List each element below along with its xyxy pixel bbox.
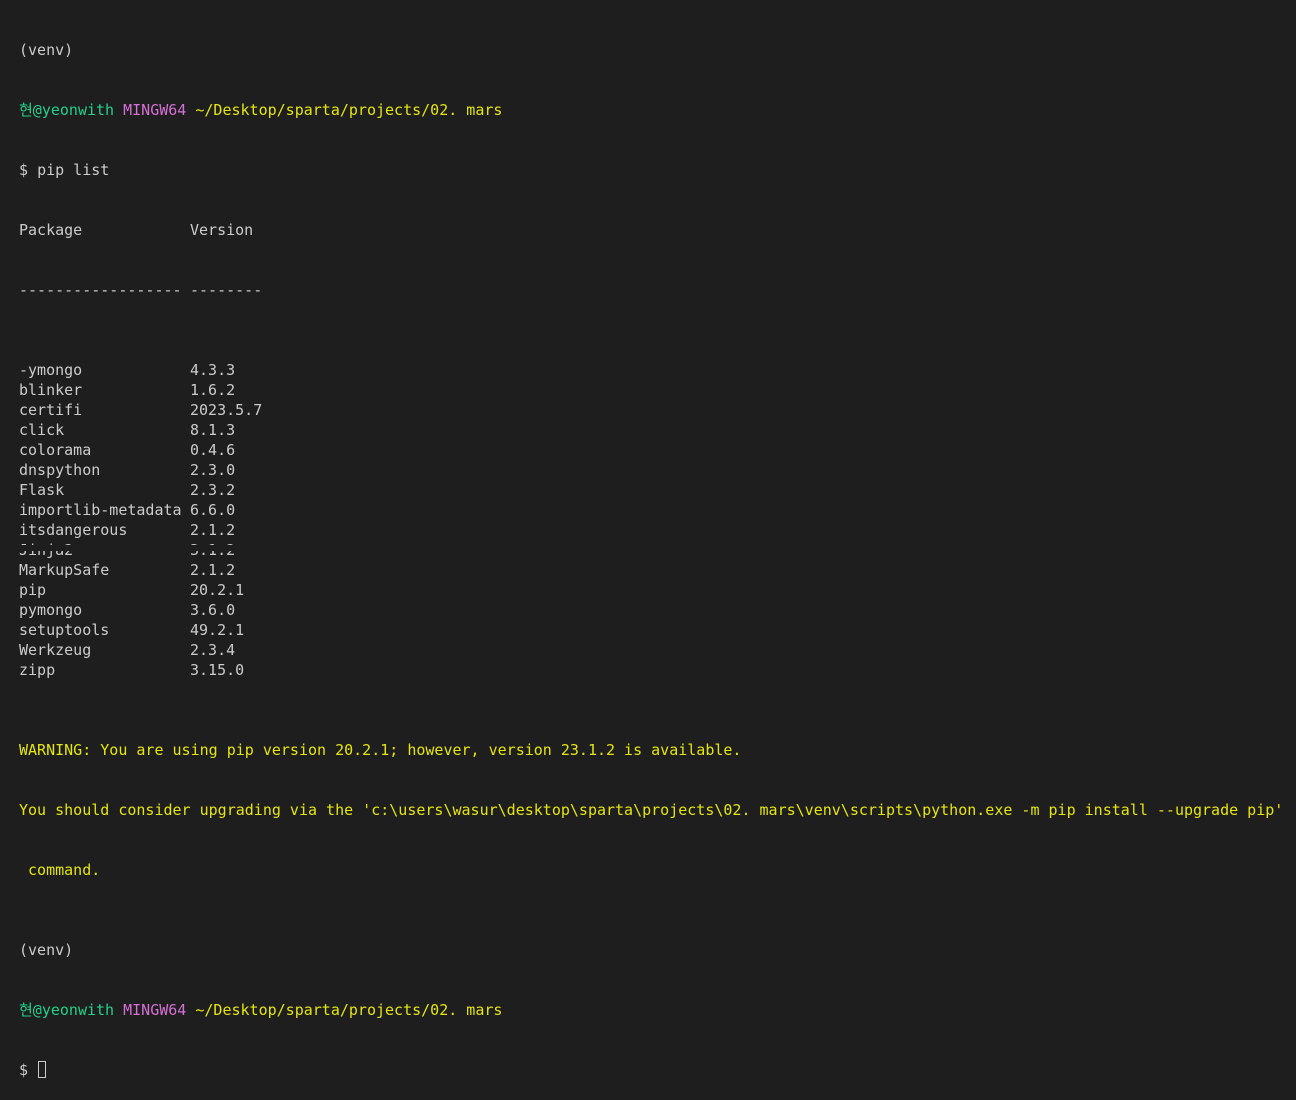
package-name: certifi (19, 401, 83, 419)
warning-line: WARNING: You are using pip version 20.2.… (19, 741, 742, 759)
table-row: MarkupSafe 2.1.2 (19, 560, 1296, 580)
table-header: Package Version (19, 220, 1296, 240)
prompt-system: MINGW64 (123, 101, 187, 119)
package-list: -ymongo 4.3.3 blinker 1.6.2 certifi 2023.5.7 c… (19, 360, 1296, 680)
header-package: Package (19, 221, 83, 239)
table-row: Flask 2.3.2 (19, 480, 1296, 500)
package-name: Werkzeug (19, 641, 92, 659)
prompt-user: 현@yeonwith (19, 101, 115, 119)
prompt-user-2: 현@yeonwith (19, 1001, 115, 1019)
table-row: click 8.1.3 (19, 420, 1296, 440)
prompt-system-2: MINGW64 (123, 1001, 187, 1019)
package-version: 49.2.1 (190, 621, 245, 639)
package-version: 8.1.3 (190, 421, 236, 439)
package-name: MarkupSafe (19, 561, 110, 579)
prompt-path: ~/Desktop/sparta/projects/02. mars (195, 101, 503, 119)
table-row: colorama 0.4.6 (19, 440, 1296, 460)
table-row: pymongo 3.6.0 (19, 600, 1296, 620)
package-version: 3.6.0 (190, 601, 236, 619)
table-row: pip 20.2.1 (19, 580, 1296, 600)
cursor[interactable] (38, 1061, 47, 1078)
upgrade-hint-line: You should consider upgrading via the 'c… (19, 801, 1284, 819)
package-version: 2.3.4 (190, 641, 236, 659)
separator-package: ------------------ (19, 281, 182, 299)
table-row: blinker 1.6.2 (19, 380, 1296, 400)
package-version: 2023.5.7 (190, 401, 263, 419)
package-version: 2.1.2 (190, 521, 236, 539)
package-version: 4.3.3 (190, 361, 236, 379)
package-name: blinker (19, 381, 83, 399)
command-text: pip list (37, 161, 110, 179)
prompt-symbol-2: $ (19, 1061, 29, 1079)
package-version: 20.2.1 (190, 581, 245, 599)
separator-version: -------- (190, 281, 263, 299)
package-version: 1.6.2 (190, 381, 236, 399)
header-version: Version (190, 221, 254, 239)
package-version: 2.3.2 (190, 481, 236, 499)
package-version: 0.4.6 (190, 441, 236, 459)
package-name: -ymongo (19, 361, 83, 379)
prompt-symbol: $ (19, 161, 29, 179)
table-row: itsdangerous 2.1.2 (19, 520, 1296, 540)
package-name: dnspython (19, 461, 101, 479)
package-name: pip (19, 581, 47, 599)
table-row: importlib-metadata 6.6.0 (19, 500, 1296, 520)
package-version: 6.6.0 (190, 501, 236, 519)
package-version: 2.3.0 (190, 461, 236, 479)
table-separator: ------------------ -------- (19, 280, 1296, 300)
table-row: setuptools 49.2.1 (19, 620, 1296, 640)
package-name: zipp (19, 661, 56, 679)
table-row: certifi 2023.5.7 (19, 400, 1296, 420)
table-row: -ymongo 4.3.3 (19, 360, 1296, 380)
table-row: Werkzeug 2.3.4 (19, 640, 1296, 660)
input-line[interactable]: $ (19, 1060, 1296, 1080)
package-name: colorama (19, 441, 92, 459)
package-name: Flask (19, 481, 65, 499)
venv-label: (venv) (19, 41, 74, 59)
package-name: click (19, 421, 65, 439)
upgrade-hint-continuation: command. (19, 861, 101, 879)
command-line: $ pip list (19, 160, 1296, 180)
package-name: pymongo (19, 601, 83, 619)
table-row: dnspython 2.3.0 (19, 460, 1296, 480)
prompt-path-2: ~/Desktop/sparta/projects/02. mars (195, 1001, 503, 1019)
package-name: itsdangerous (19, 521, 128, 539)
prompt-line-2: 현@yeonwith MINGW64 ~/Desktop/sparta/proj… (19, 1000, 1296, 1020)
status-bar (0, 545, 1296, 551)
package-name: importlib-metadata (19, 501, 182, 519)
package-name: setuptools (19, 621, 110, 639)
prompt-line: 현@yeonwith MINGW64 ~/Desktop/sparta/proj… (19, 100, 1296, 120)
table-row: zipp 3.15.0 (19, 660, 1296, 680)
package-version: 2.1.2 (190, 561, 236, 579)
package-version: 3.15.0 (190, 661, 245, 679)
venv-label-2: (venv) (19, 941, 74, 959)
